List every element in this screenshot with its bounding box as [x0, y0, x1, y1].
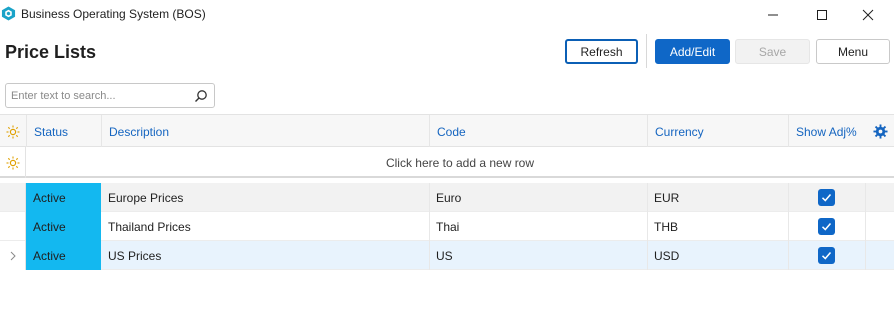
add-edit-button[interactable]: Add/Edit: [655, 39, 730, 64]
cell-divider: [788, 212, 789, 241]
code-cell[interactable]: Thai: [429, 212, 647, 241]
gear-icon: [872, 124, 888, 139]
show-adj-checkbox[interactable]: [818, 247, 835, 264]
status-cell[interactable]: Active: [26, 212, 101, 241]
description-cell[interactable]: Europe Prices: [101, 183, 429, 212]
page-title: Price Lists: [5, 42, 97, 62]
add-row-label: Click here to add a new row: [385, 155, 535, 170]
title-bar: Business Operating System (BOS): [0, 0, 894, 30]
cell-divider: [788, 241, 789, 270]
add-new-row[interactable]: Click here to add a new row: [0, 147, 894, 178]
grid-header: Status Description Code Currency Show Ad…: [0, 114, 894, 148]
save-button[interactable]: Save: [735, 39, 810, 64]
row-selector[interactable]: [0, 212, 26, 241]
currency-cell[interactable]: USD: [647, 241, 788, 270]
status-cell[interactable]: Active: [26, 241, 101, 270]
row-selector[interactable]: [0, 183, 26, 212]
table-row[interactable]: Active US Prices US USD: [0, 241, 894, 270]
description-cell[interactable]: Thailand Prices: [101, 212, 429, 241]
cell-divider: [865, 212, 866, 241]
description-cell[interactable]: US Prices: [101, 241, 429, 270]
sun-icon: [6, 125, 20, 138]
add-row-indicator: [0, 147, 26, 178]
table-row[interactable]: Active Europe Prices Euro EUR: [0, 183, 894, 212]
column-header-status[interactable]: Status: [26, 115, 101, 148]
close-button[interactable]: [845, 0, 891, 30]
cell-divider: [788, 183, 789, 212]
column-header-currency[interactable]: Currency: [647, 115, 788, 148]
search-icon[interactable]: [194, 89, 208, 103]
sun-icon: [6, 156, 19, 169]
code-cell[interactable]: US: [429, 241, 647, 270]
code-cell[interactable]: Euro: [429, 183, 647, 212]
toolbar-divider: [646, 34, 647, 68]
search-box: [5, 83, 215, 108]
maximize-button[interactable]: [799, 0, 845, 30]
currency-cell[interactable]: EUR: [647, 183, 788, 212]
checkmark-icon: [821, 223, 832, 231]
window-title: Business Operating System (BOS): [21, 7, 206, 21]
column-header-description[interactable]: Description: [101, 115, 429, 148]
column-header-show-adj[interactable]: Show Adj%: [788, 115, 866, 148]
minimize-icon: [768, 14, 778, 16]
table-row[interactable]: Active Thailand Prices Thai THB: [0, 212, 894, 241]
row-selector[interactable]: [0, 241, 26, 270]
currency-cell[interactable]: THB: [647, 212, 788, 241]
menu-button[interactable]: Menu: [816, 39, 890, 64]
checkmark-icon: [821, 194, 832, 202]
cell-divider: [865, 241, 866, 270]
checkmark-icon: [821, 252, 832, 260]
column-header-code[interactable]: Code: [429, 115, 647, 148]
show-adj-checkbox[interactable]: [818, 218, 835, 235]
status-cell[interactable]: Active: [26, 183, 101, 212]
show-adj-checkbox[interactable]: [818, 189, 835, 206]
close-icon: [862, 9, 874, 21]
app-logo-icon: [1, 6, 16, 21]
refresh-button[interactable]: Refresh: [565, 39, 638, 64]
minimize-button[interactable]: [750, 0, 796, 30]
column-settings-button[interactable]: [866, 115, 894, 148]
search-input[interactable]: [11, 88, 186, 104]
cell-divider: [865, 183, 866, 212]
maximize-icon: [817, 10, 827, 20]
chevron-right-icon: [10, 251, 16, 260]
header-options-button[interactable]: [0, 116, 26, 147]
